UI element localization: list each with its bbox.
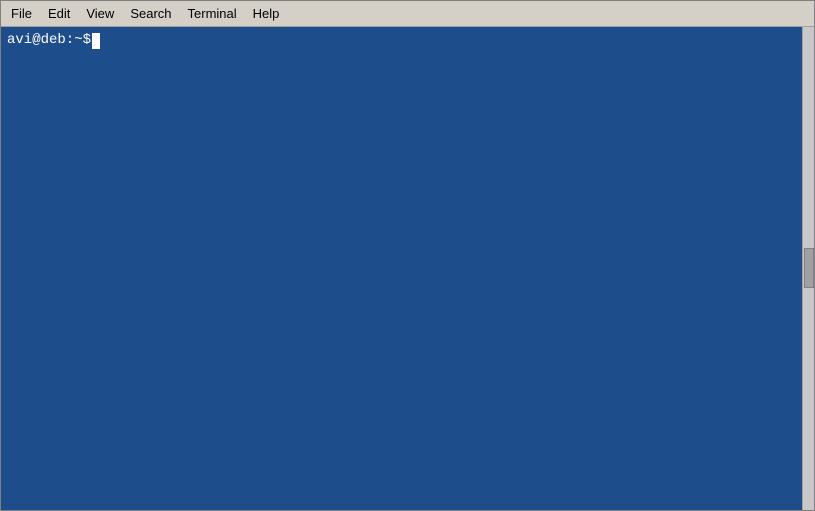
menu-view[interactable]: View [78,3,122,25]
terminal-cursor [92,33,100,49]
menu-help[interactable]: Help [245,3,288,25]
menubar: File Edit View Search Terminal Help [1,1,814,27]
terminal-window: File Edit View Search Terminal Help avi@… [0,0,815,511]
menu-file[interactable]: File [3,3,40,25]
terminal-body[interactable]: avi@deb:~$ [1,27,814,510]
terminal-prompt: avi@deb:~$ [7,31,91,51]
menu-search[interactable]: Search [122,3,179,25]
menu-edit[interactable]: Edit [40,3,78,25]
terminal-prompt-line: avi@deb:~$ [7,31,808,51]
menu-terminal[interactable]: Terminal [180,3,245,25]
scrollbar-track[interactable] [802,27,814,510]
scrollbar-thumb[interactable] [804,248,814,288]
